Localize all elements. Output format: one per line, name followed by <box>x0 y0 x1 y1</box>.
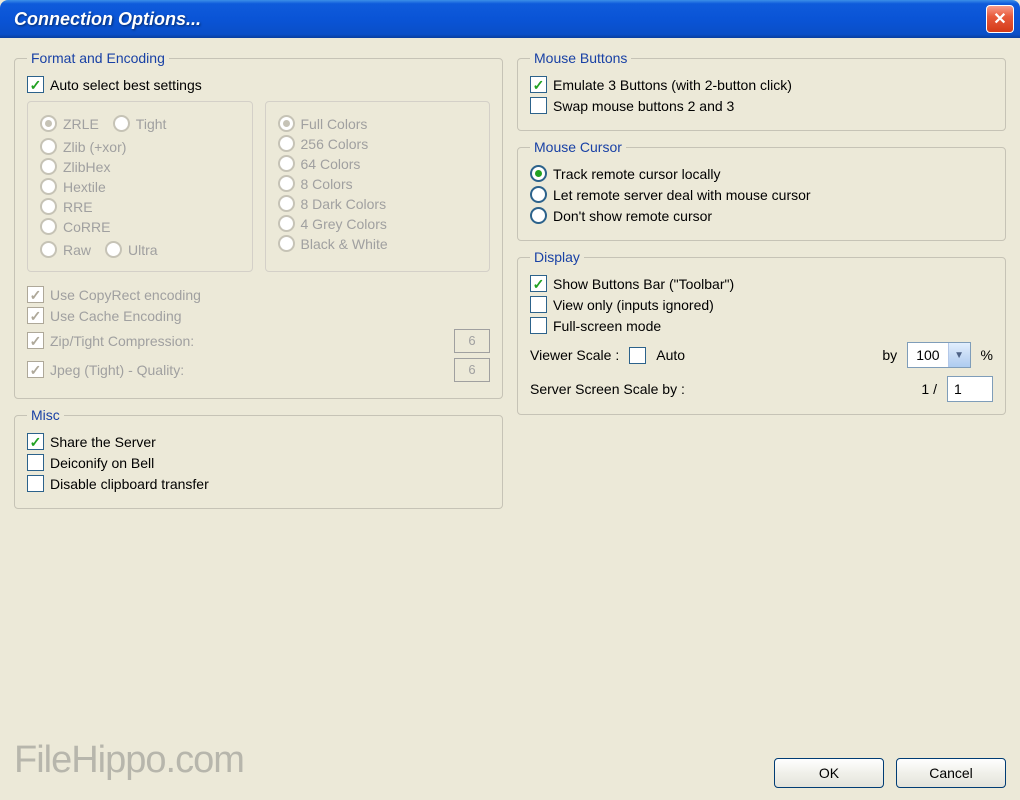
copyrect-label: Use CopyRect encoding <box>50 287 201 303</box>
color-256-label: 256 Colors <box>301 136 369 152</box>
color-dark8-radio <box>278 195 295 212</box>
color-grey4-radio <box>278 215 295 232</box>
window-title: Connection Options... <box>14 9 201 30</box>
mouse-buttons-group: Mouse Buttons Emulate 3 Buttons (with 2-… <box>517 50 1006 131</box>
colors-box: Full Colors 256 Colors 64 Colors 8 Color… <box>265 101 491 272</box>
cancel-button[interactable]: Cancel <box>896 758 1006 788</box>
emulate-checkbox[interactable] <box>530 76 547 93</box>
swap-checkbox[interactable] <box>530 97 547 114</box>
color-full-radio <box>278 115 295 132</box>
viewonly-checkbox[interactable] <box>530 296 547 313</box>
auto-select-checkbox[interactable] <box>27 76 44 93</box>
scale-value: 100 <box>908 347 947 363</box>
enc-hextile-label: Hextile <box>63 179 106 195</box>
ok-button[interactable]: OK <box>774 758 884 788</box>
clipboard-label: Disable clipboard transfer <box>50 476 209 492</box>
chevron-down-icon[interactable]: ▼ <box>948 343 970 367</box>
color-dark8-label: 8 Dark Colors <box>301 196 387 212</box>
color-8-radio <box>278 175 295 192</box>
enc-ultra-label: Ultra <box>128 242 158 258</box>
misc-group: Misc Share the Server Deiconify on Bell … <box>14 407 503 509</box>
emulate-label: Emulate 3 Buttons (with 2-button click) <box>553 77 792 93</box>
encoding-box: ZRLE Tight Zlib (+xor) ZlibHex Hextile R… <box>27 101 253 272</box>
close-icon: ✕ <box>993 9 1006 29</box>
share-checkbox[interactable] <box>27 433 44 450</box>
deiconify-label: Deiconify on Bell <box>50 455 154 471</box>
remote-radio[interactable] <box>530 186 547 203</box>
left-column: Format and Encoding Auto select best set… <box>14 50 503 788</box>
enc-tight-label: Tight <box>136 116 167 132</box>
color-full-label: Full Colors <box>301 116 368 132</box>
share-label: Share the Server <box>50 434 156 450</box>
dialog-body: Format and Encoding Auto select best set… <box>0 38 1020 800</box>
display-group: Display Show Buttons Bar ("Toolbar") Vie… <box>517 249 1006 415</box>
titlebar: Connection Options... ✕ <box>0 0 1020 38</box>
color-8-label: 8 Colors <box>301 176 353 192</box>
jpeg-checkbox <box>27 361 44 378</box>
track-label: Track remote cursor locally <box>553 166 721 182</box>
color-grey4-label: 4 Grey Colors <box>301 216 387 232</box>
enc-raw-label: Raw <box>63 242 91 258</box>
viewonly-label: View only (inputs ignored) <box>553 297 714 313</box>
server-scale-input[interactable] <box>947 376 993 402</box>
button-row: OK Cancel <box>517 744 1006 788</box>
scale-combo[interactable]: 100 ▼ <box>907 342 970 368</box>
enc-rre-label: RRE <box>63 199 93 215</box>
color-bw-radio <box>278 235 295 252</box>
enc-corre-radio <box>40 218 57 235</box>
clipboard-checkbox[interactable] <box>27 475 44 492</box>
zip-label: Zip/Tight Compression: <box>50 333 194 349</box>
cache-label: Use Cache Encoding <box>50 308 182 324</box>
server-scale-num: 1 / <box>921 381 937 397</box>
by-label: by <box>882 347 897 363</box>
zip-input <box>454 329 490 353</box>
enc-tight-radio <box>113 115 130 132</box>
auto-select-label: Auto select best settings <box>50 77 202 93</box>
enc-zlibhex-label: ZlibHex <box>63 159 110 175</box>
format-legend: Format and Encoding <box>27 50 169 66</box>
enc-zrle-radio <box>40 115 57 132</box>
close-button[interactable]: ✕ <box>986 5 1014 33</box>
format-encoding-group: Format and Encoding Auto select best set… <box>14 50 503 399</box>
server-scale-label: Server Screen Scale by : <box>530 381 685 397</box>
mouse-cursor-group: Mouse Cursor Track remote cursor locally… <box>517 139 1006 241</box>
enc-rre-radio <box>40 198 57 215</box>
viewer-scale-label: Viewer Scale : <box>530 347 619 363</box>
color-64-radio <box>278 155 295 172</box>
enc-zrle-label: ZRLE <box>63 116 99 132</box>
mouse-buttons-legend: Mouse Buttons <box>530 50 631 66</box>
fullscreen-checkbox[interactable] <box>530 317 547 334</box>
scale-auto-label: Auto <box>656 347 685 363</box>
enc-hextile-radio <box>40 178 57 195</box>
enc-ultra-radio <box>105 241 122 258</box>
color-bw-label: Black & White <box>301 236 388 252</box>
toolbar-label: Show Buttons Bar ("Toolbar") <box>553 276 734 292</box>
deiconify-checkbox[interactable] <box>27 454 44 471</box>
jpeg-label: Jpeg (Tight) - Quality: <box>50 362 184 378</box>
track-radio[interactable] <box>530 165 547 182</box>
toolbar-checkbox[interactable] <box>530 275 547 292</box>
enc-zlib-radio <box>40 138 57 155</box>
cache-checkbox <box>27 307 44 324</box>
color-256-radio <box>278 135 295 152</box>
hide-label: Don't show remote cursor <box>553 208 712 224</box>
mouse-cursor-legend: Mouse Cursor <box>530 139 626 155</box>
enc-corre-label: CoRRE <box>63 219 110 235</box>
remote-label: Let remote server deal with mouse cursor <box>553 187 811 203</box>
jpeg-input <box>454 358 490 382</box>
display-legend: Display <box>530 249 584 265</box>
swap-label: Swap mouse buttons 2 and 3 <box>553 98 734 114</box>
percent-label: % <box>981 347 993 363</box>
fullscreen-label: Full-screen mode <box>553 318 661 334</box>
enc-zlib-label: Zlib (+xor) <box>63 139 126 155</box>
copyrect-checkbox <box>27 286 44 303</box>
zip-checkbox <box>27 332 44 349</box>
color-64-label: 64 Colors <box>301 156 361 172</box>
enc-raw-radio <box>40 241 57 258</box>
hide-radio[interactable] <box>530 207 547 224</box>
misc-legend: Misc <box>27 407 64 423</box>
right-column: Mouse Buttons Emulate 3 Buttons (with 2-… <box>517 50 1006 788</box>
scale-auto-checkbox[interactable] <box>629 347 646 364</box>
enc-zlibhex-radio <box>40 158 57 175</box>
